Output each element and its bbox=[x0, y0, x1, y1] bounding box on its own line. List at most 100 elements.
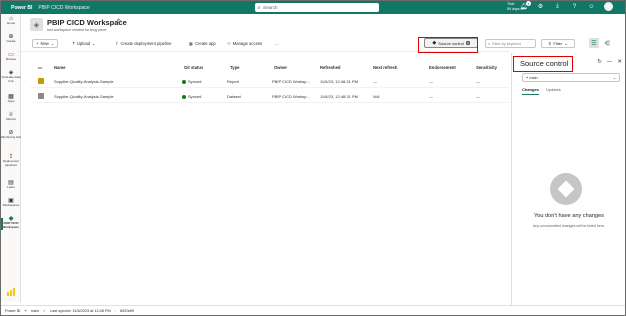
upload-icon: ⤒ bbox=[73, 41, 75, 46]
item-name[interactable]: Supplier-Quality-Analysis-Sample bbox=[54, 79, 114, 84]
col-next-refresh[interactable]: Next refresh bbox=[373, 65, 397, 70]
item-type: Report bbox=[227, 79, 240, 84]
filter-keyword-input[interactable]: ⌕ Filter by keyword bbox=[485, 39, 536, 48]
search-icon: ⌕ bbox=[257, 4, 261, 11]
create-pipeline-button[interactable]: ⇪ Create deployment pipeline bbox=[115, 39, 172, 48]
table-row[interactable]: Supplier-Quality-Analysis-Sample Synced … bbox=[30, 91, 510, 103]
nav-label: Workspaces bbox=[2, 203, 20, 208]
nav-label: Create bbox=[6, 39, 16, 44]
empty-state-subtitle: Any uncommitted changes will be listed h… bbox=[533, 224, 605, 228]
highlight-source-control-button bbox=[418, 37, 478, 53]
item-endorsement: — bbox=[429, 94, 433, 99]
workspace-settings-icon[interactable]: ⚙ bbox=[116, 18, 121, 25]
nav-label: Learn bbox=[7, 185, 15, 190]
col-name[interactable]: Name bbox=[54, 65, 65, 70]
col-refreshed[interactable]: Refreshed bbox=[320, 65, 340, 70]
page-subtitle: test workspace created for blog piece bbox=[47, 28, 107, 32]
nav-current-workspace[interactable]: ◆ PBIP CICD Workspace bbox=[1, 216, 21, 230]
col-sensitivity[interactable]: Sensitivity bbox=[476, 65, 497, 70]
nav-metrics[interactable]: ♕ Metrics bbox=[1, 112, 21, 122]
nav-apps[interactable]: ▦ Apps bbox=[1, 94, 21, 104]
source-control-panel: Source control ↻ — ✕ ⑂ main ⌄ Changes Up… bbox=[511, 53, 625, 305]
status-brand: Power BI bbox=[5, 308, 21, 313]
nav-onelake[interactable]: ◈ OneLake data hub bbox=[1, 70, 21, 83]
close-icon[interactable]: ✕ bbox=[617, 59, 622, 65]
app-name[interactable]: Power BI bbox=[11, 5, 32, 11]
nav-label: Monitoring hub bbox=[1, 135, 21, 140]
table-header: ▭ Name Git status Type Owner Refreshed N… bbox=[30, 62, 510, 74]
nav-label: OneLake data hub bbox=[1, 75, 21, 83]
pipeline-label: Create deployment pipeline bbox=[120, 41, 172, 46]
upload-button[interactable]: ⤒ Upload ⌄ bbox=[73, 39, 96, 48]
status-branch[interactable]: main bbox=[31, 309, 39, 313]
more-options-button[interactable]: ... bbox=[275, 39, 279, 48]
filter-placeholder: Filter by keyword bbox=[492, 41, 521, 46]
commit-icon: ◦ bbox=[114, 308, 116, 313]
item-sensitivity: — bbox=[476, 79, 480, 84]
chevron-down-icon: ⌄ bbox=[50, 41, 55, 46]
search-input[interactable]: Search bbox=[263, 5, 278, 10]
new-button[interactable]: + New ⌄ bbox=[32, 39, 59, 48]
item-type: Dataset bbox=[227, 94, 241, 99]
help-icon[interactable]: ? bbox=[570, 2, 579, 11]
refresh-icon[interactable]: ↻ bbox=[597, 59, 602, 65]
type-column-icon: ▭ bbox=[38, 65, 42, 70]
item-sensitivity: — bbox=[476, 94, 480, 99]
nav-workspaces[interactable]: ▣ Workspaces bbox=[1, 198, 21, 208]
git-empty-icon bbox=[550, 173, 582, 205]
chevron-down-icon: ⌄ bbox=[564, 41, 568, 46]
search-box[interactable]: ⌕ Search bbox=[255, 3, 379, 12]
item-name[interactable]: Supplier-Quality-Analysis-Sample bbox=[54, 94, 114, 99]
git-status-text: Synced bbox=[188, 79, 202, 84]
git-status: Synced bbox=[182, 79, 201, 84]
nav-label: PBIP CICD Workspace bbox=[3, 221, 19, 229]
filter-icon: ⚲ bbox=[548, 41, 552, 46]
col-type[interactable]: Type bbox=[230, 65, 239, 70]
dataset-icon bbox=[38, 93, 44, 99]
col-git-status[interactable]: Git status bbox=[184, 65, 203, 70]
table-row[interactable]: Supplier-Quality-Analysis-Sample Synced … bbox=[30, 76, 510, 88]
nav-label: Browse bbox=[5, 57, 16, 62]
tab-changes[interactable]: Changes bbox=[522, 87, 539, 95]
avatar[interactable]: ● bbox=[604, 2, 613, 11]
nav-browse[interactable]: ▭ Browse bbox=[1, 52, 21, 62]
chevron-down-icon: ⌄ bbox=[612, 76, 616, 80]
left-nav: ⌂ Home ⊕ Create ▭ Browse ◈ OneLake data hub … bbox=[1, 14, 21, 302]
nav-monitoring[interactable]: ⊘ Monitoring hub bbox=[1, 130, 21, 140]
nav-deployment[interactable]: ⇪ Deployment pipelines bbox=[1, 154, 21, 167]
workspace-breadcrumb[interactable]: PBIP CICD Workspace bbox=[38, 5, 89, 11]
feedback-icon[interactable]: ☺ bbox=[587, 2, 596, 11]
bell-icon[interactable]: 🔔︎ 1 bbox=[519, 1, 531, 11]
create-app-button[interactable]: ▦ Create app bbox=[189, 39, 216, 48]
tab-updates[interactable]: Updates bbox=[546, 87, 561, 95]
highlight-source-control-panel-title bbox=[513, 56, 573, 72]
lineage-view-icon[interactable]: ⋲ bbox=[602, 38, 612, 48]
nav-label: Deployment pipelines bbox=[2, 159, 19, 167]
status-bar: Power BI ⑂ main ✓ Last synced: 11/6/2023… bbox=[1, 305, 625, 315]
active-indicator bbox=[1, 218, 3, 230]
empty-state-title: You don't have any changes bbox=[534, 213, 604, 219]
nav-label: Metrics bbox=[6, 117, 16, 122]
filter-button[interactable]: ⚲ Filter ⌄ bbox=[541, 39, 575, 48]
col-owner[interactable]: Owner bbox=[274, 65, 287, 70]
nav-learn[interactable]: ▤ Learn bbox=[1, 180, 21, 190]
col-endorsement[interactable]: Endorsement bbox=[429, 65, 456, 70]
download-icon[interactable]: ⤓ bbox=[553, 2, 562, 11]
synced-icon bbox=[182, 94, 186, 99]
git-status-text: Synced bbox=[188, 94, 202, 99]
powerbi-logo-icon[interactable] bbox=[7, 287, 15, 296]
nav-home[interactable]: ⌂ Home bbox=[1, 16, 21, 26]
branch-selector[interactable]: ⑂ main ⌄ bbox=[522, 73, 620, 82]
minimize-icon[interactable]: — bbox=[607, 59, 613, 65]
report-icon bbox=[38, 78, 44, 84]
branch-name: main bbox=[529, 75, 538, 80]
gear-icon[interactable]: ⚙ bbox=[536, 2, 545, 11]
pipeline-icon: ⇪ bbox=[115, 41, 119, 46]
branch-icon: ⑂ bbox=[24, 308, 27, 313]
manage-access-button[interactable]: ⚇ Manage access bbox=[227, 39, 262, 48]
item-refreshed: 11/6/23, 12:48:31 PM bbox=[320, 79, 358, 84]
topbar-icons: 🔔︎ 1 ⚙ ⤓ ? ☺ ● bbox=[519, 1, 613, 11]
status-commit[interactable]: 8920df8 bbox=[120, 309, 134, 313]
nav-create[interactable]: ⊕ Create bbox=[1, 34, 21, 44]
list-view-icon[interactable]: ☰ bbox=[589, 38, 599, 48]
